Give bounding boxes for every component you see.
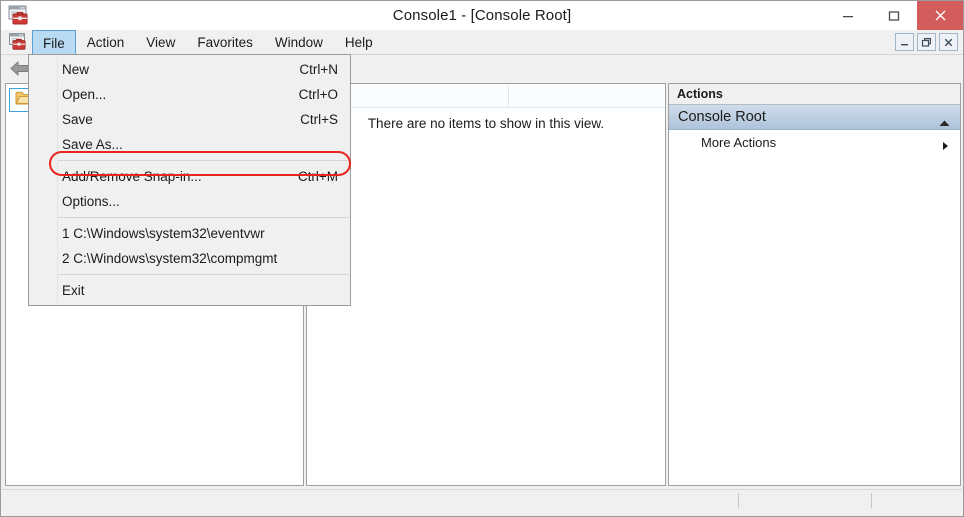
- list-column-header[interactable]: [307, 84, 665, 108]
- menu-item-recent-2[interactable]: 2 C:\Windows\system32\compmgmt: [29, 246, 350, 271]
- minimize-button[interactable]: [825, 1, 871, 30]
- actions-pane-header: Actions: [669, 84, 960, 105]
- status-divider: [738, 493, 739, 508]
- menu-item-accelerator: Ctrl+M: [298, 169, 338, 184]
- mdi-close-button[interactable]: [939, 33, 958, 51]
- menu-help[interactable]: Help: [334, 30, 384, 55]
- window-controls: [825, 1, 963, 30]
- menu-item-open[interactable]: Open... Ctrl+O: [29, 82, 350, 107]
- menu-item-label: Options...: [62, 194, 338, 209]
- menu-item-accelerator: Ctrl+O: [299, 87, 338, 102]
- menu-item-accelerator: Ctrl+N: [299, 62, 338, 77]
- menu-file[interactable]: File: [32, 30, 76, 55]
- menu-separator: [30, 217, 349, 218]
- title-bar: Console1 - [Console Root]: [1, 1, 963, 30]
- action-more-actions[interactable]: More Actions: [669, 130, 960, 154]
- menu-action[interactable]: Action: [76, 30, 136, 55]
- mdi-minimize-button[interactable]: [895, 33, 914, 51]
- mmc-small-icon: [9, 33, 28, 51]
- menu-item-options[interactable]: Options...: [29, 189, 350, 214]
- actions-group-console-root[interactable]: Console Root: [669, 105, 960, 130]
- close-button[interactable]: [917, 1, 963, 30]
- column-divider[interactable]: [508, 85, 509, 107]
- submenu-arrow-icon: [942, 138, 949, 156]
- window-title: Console1 - [Console Root]: [1, 1, 963, 30]
- menu-item-label: Exit: [62, 283, 338, 298]
- menu-item-list: File Action View Favorites Window Help: [32, 30, 384, 55]
- actions-pane: Actions Console Root More Actions: [668, 83, 961, 486]
- menu-item-label: Save As...: [62, 137, 338, 152]
- menu-separator: [30, 274, 349, 275]
- menu-item-recent-1[interactable]: 1 C:\Windows\system32\eventvwr: [29, 221, 350, 246]
- mdi-window-controls: [895, 33, 958, 51]
- menu-item-label: Save: [62, 112, 300, 127]
- menu-item-label: New: [62, 62, 299, 77]
- menu-separator: [30, 160, 349, 161]
- menu-item-label: 2 C:\Windows\system32\compmgmt: [62, 251, 338, 266]
- menu-item-accelerator: Ctrl+S: [300, 112, 338, 127]
- file-menu-dropdown[interactable]: New Ctrl+N Open... Ctrl+O Save Ctrl+S Sa…: [28, 54, 351, 306]
- maximize-button[interactable]: [871, 1, 917, 30]
- menu-item-save-as[interactable]: Save As...: [29, 132, 350, 157]
- actions-group-label: Console Root: [669, 109, 766, 125]
- menu-bar: File Action View Favorites Window Help: [1, 30, 963, 55]
- menu-item-exit[interactable]: Exit: [29, 278, 350, 303]
- result-list-pane[interactable]: There are no items to show in this view.: [306, 83, 666, 486]
- action-more-actions-label: More Actions: [669, 135, 776, 150]
- status-divider: [871, 493, 872, 508]
- status-bar: [2, 489, 962, 510]
- menu-item-new[interactable]: New Ctrl+N: [29, 57, 350, 82]
- list-empty-message: There are no items to show in this view.: [307, 116, 665, 131]
- menu-item-save[interactable]: Save Ctrl+S: [29, 107, 350, 132]
- menu-view[interactable]: View: [135, 30, 186, 55]
- mmc-console-window: Console1 - [Console Root]: [0, 0, 964, 517]
- menu-item-label: Open...: [62, 87, 299, 102]
- menu-window[interactable]: Window: [264, 30, 334, 55]
- menu-item-add-remove-snapin[interactable]: Add/Remove Snap-in... Ctrl+M: [29, 164, 350, 189]
- menu-item-label: Add/Remove Snap-in...: [62, 169, 298, 184]
- menu-item-label: 1 C:\Windows\system32\eventvwr: [62, 226, 338, 241]
- menu-favorites[interactable]: Favorites: [186, 30, 264, 55]
- mdi-restore-button[interactable]: [917, 33, 936, 51]
